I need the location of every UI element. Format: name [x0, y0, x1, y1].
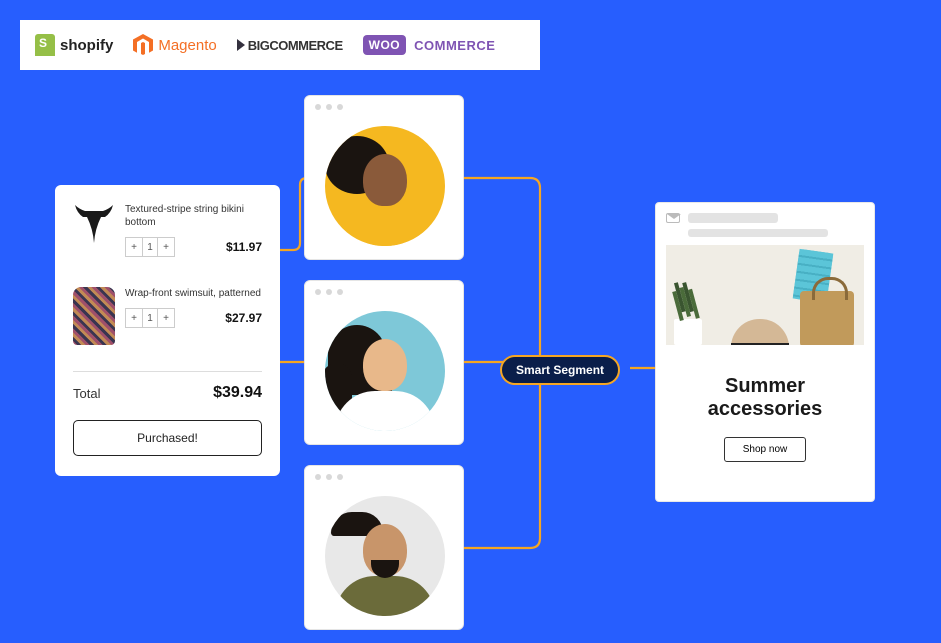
woo-badge: WOO — [363, 35, 407, 55]
qty-plus[interactable]: + — [158, 309, 174, 327]
email-title-line: Summer — [725, 375, 805, 397]
cart-card: Textured-stripe string bikini bottom + 1… — [55, 185, 280, 476]
total-label: Total — [73, 386, 100, 401]
item-price: $27.97 — [225, 311, 262, 325]
skeleton-line — [688, 213, 778, 223]
avatar — [325, 126, 445, 246]
avatar-card-3 — [304, 465, 464, 630]
qty-value: 1 — [142, 238, 158, 256]
skeleton-line — [688, 229, 828, 237]
shop-now-button[interactable]: Shop now — [724, 437, 806, 462]
smart-segment-pill: Smart Segment — [500, 355, 620, 385]
avatar — [325, 311, 445, 431]
bigcommerce-icon — [237, 39, 245, 51]
window-dots-icon — [315, 289, 343, 295]
window-dots-icon — [315, 474, 343, 480]
item-thumb-bikini — [73, 203, 115, 257]
qty-stepper[interactable]: + 1 + — [125, 308, 175, 328]
email-hero-image — [666, 245, 864, 365]
magento-logo: Magento — [133, 34, 216, 56]
woocommerce-logo: WOO COMMERCE — [363, 35, 496, 55]
email-title: Summer accessories — [666, 375, 864, 421]
item-thumb-swimsuit — [73, 287, 115, 341]
window-dots-icon — [315, 104, 343, 110]
total-row: Total $39.94 — [73, 384, 262, 402]
qty-minus[interactable]: + — [126, 238, 142, 256]
item-name: Wrap-front swimsuit, patterned — [125, 287, 262, 300]
qty-stepper[interactable]: + 1 + — [125, 237, 175, 257]
qty-plus[interactable]: + — [158, 238, 174, 256]
email-card: Summer accessories Shop now — [655, 202, 875, 502]
divider — [73, 371, 262, 372]
email-header — [666, 213, 864, 223]
item-price: $11.97 — [226, 240, 262, 254]
cart-item: Wrap-front swimsuit, patterned + 1 + $27… — [73, 287, 262, 341]
item-name: Textured-stripe string bikini bottom — [125, 203, 262, 229]
email-title-line: accessories — [708, 398, 823, 420]
magento-label: Magento — [158, 37, 216, 54]
bigcommerce-commerce: COMMERCE — [269, 38, 342, 53]
qty-value: 1 — [142, 309, 158, 327]
mail-icon — [666, 213, 680, 223]
bigcommerce-big: BIG — [248, 38, 270, 53]
woo-commerce-label: COMMERCE — [414, 38, 495, 53]
total-value: $39.94 — [213, 384, 262, 402]
shopify-icon — [35, 34, 55, 56]
avatar — [325, 496, 445, 616]
bigcommerce-logo: BIGCOMMERCE — [237, 38, 343, 53]
avatar-card-2 — [304, 280, 464, 445]
platforms-bar: shopify Magento BIGCOMMERCE WOO COMMERCE — [20, 20, 540, 70]
qty-minus[interactable]: + — [126, 309, 142, 327]
purchased-button[interactable]: Purchased! — [73, 420, 262, 456]
shopify-logo: shopify — [35, 34, 113, 56]
cart-item: Textured-stripe string bikini bottom + 1… — [73, 203, 262, 257]
magento-icon — [133, 34, 153, 56]
avatar-card-1 — [304, 95, 464, 260]
shopify-label: shopify — [60, 37, 113, 54]
